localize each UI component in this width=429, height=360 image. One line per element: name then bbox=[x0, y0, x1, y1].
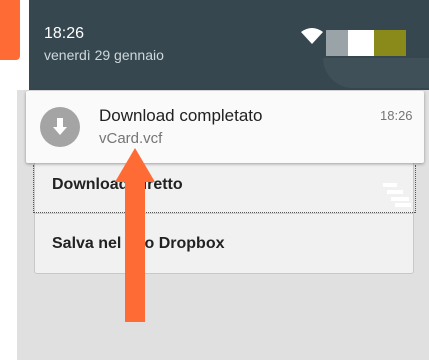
focus-outline-right bbox=[415, 165, 417, 213]
download-icon bbox=[53, 118, 67, 135]
notification-title: Download completato bbox=[99, 106, 263, 125]
notification-icon-circle bbox=[40, 107, 80, 147]
arrow-head bbox=[115, 148, 155, 322]
quick-tile-3[interactable] bbox=[374, 30, 406, 56]
quick-tile-1[interactable] bbox=[326, 30, 348, 56]
wifi-icon bbox=[301, 28, 323, 44]
orange-corner-tab bbox=[0, 0, 20, 60]
list-lines-icon bbox=[383, 183, 411, 207]
quick-settings-tiles[interactable] bbox=[326, 30, 406, 56]
focus-outline-bottom bbox=[33, 212, 415, 214]
notification-filename: vCard.vcf bbox=[99, 130, 163, 147]
notification-time: 18:26 bbox=[380, 108, 413, 123]
shade-corner bbox=[323, 58, 429, 88]
focus-outline-left bbox=[33, 165, 35, 213]
status-time: 18:26 bbox=[44, 25, 85, 42]
status-date: venerdì 29 gennaio bbox=[44, 47, 164, 63]
download-options-menu: Download diretto Salva nel mio Dropbox bbox=[34, 160, 414, 274]
annotation-arrow bbox=[115, 148, 155, 322]
quick-tile-2[interactable] bbox=[348, 30, 374, 56]
download-notification[interactable]: Download completato vCard.vcf 18:26 bbox=[26, 91, 424, 163]
